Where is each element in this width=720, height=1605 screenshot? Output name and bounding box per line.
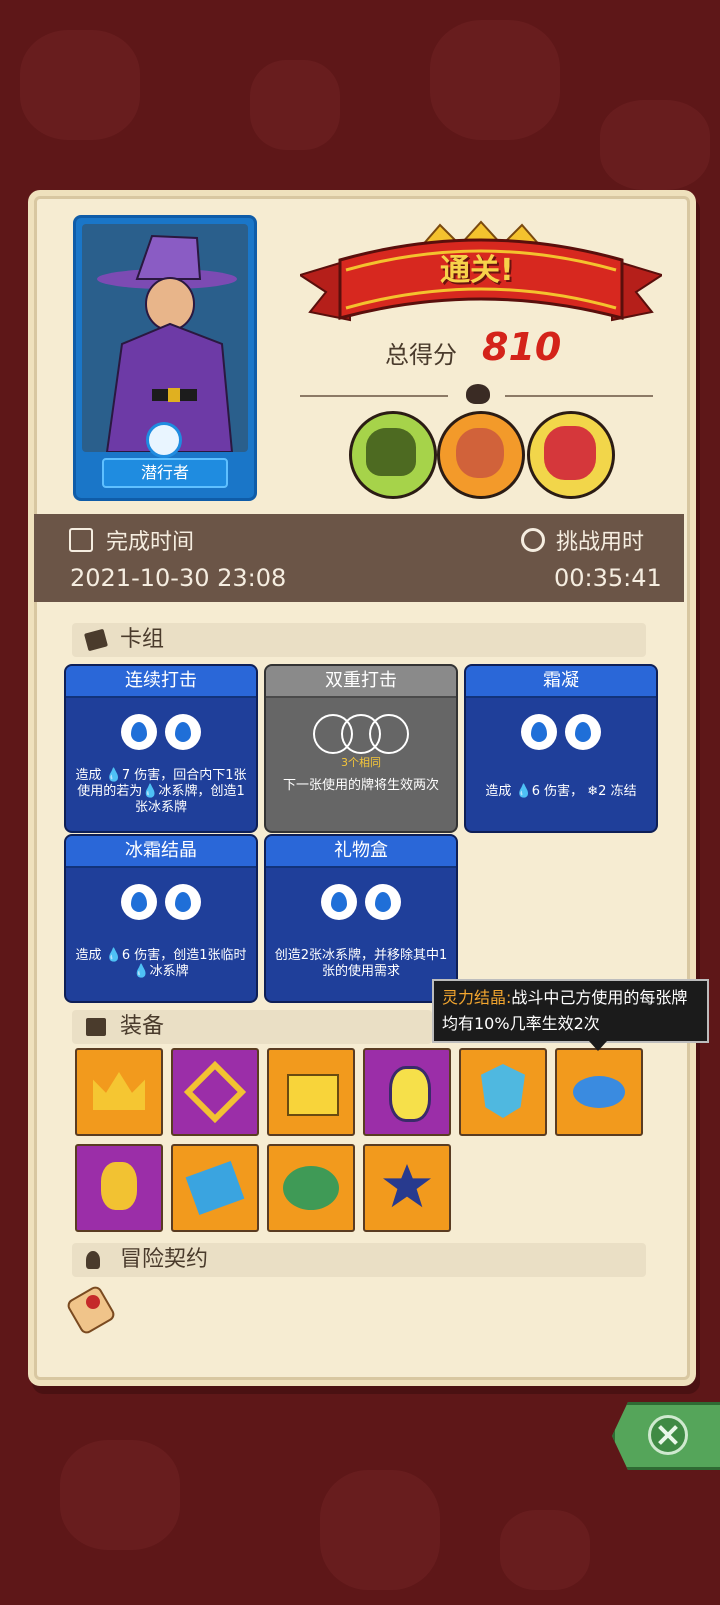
cube-icon bbox=[86, 1018, 106, 1036]
score-label: 总得分 bbox=[385, 341, 457, 369]
water-drop-icon bbox=[121, 884, 157, 920]
contract-section-header: 冒险契约 bbox=[72, 1243, 646, 1277]
deck-heading: 卡组 bbox=[120, 627, 165, 652]
card-title: 连续打击 bbox=[66, 666, 256, 698]
card-cost bbox=[466, 714, 656, 754]
water-drop-icon bbox=[165, 714, 201, 750]
spirit-crystal-icon bbox=[573, 1076, 625, 1108]
water-drop-icon bbox=[165, 884, 201, 920]
boss-portrait-1[interactable] bbox=[349, 411, 437, 499]
blue-potion-icon bbox=[185, 1160, 245, 1216]
duration-value: 00:35:41 bbox=[554, 564, 662, 592]
card-title: 礼物盒 bbox=[266, 836, 456, 868]
wizard-illustration bbox=[97, 234, 237, 453]
water-drop-icon bbox=[121, 714, 157, 750]
blank-cost-icon bbox=[369, 714, 409, 754]
bg-decor bbox=[250, 60, 340, 150]
equipment-slot-6[interactable] bbox=[555, 1048, 643, 1136]
card-description: 造成 💧6 伤害，创造1张临时💧冰系牌 bbox=[75, 948, 247, 979]
bg-decor bbox=[430, 20, 560, 140]
hexagram-icon bbox=[383, 1164, 431, 1208]
water-drop-icon bbox=[321, 884, 357, 920]
equipment-slot-9[interactable] bbox=[267, 1144, 355, 1232]
green-skull-boss-icon bbox=[366, 428, 416, 476]
bg-decor bbox=[500, 1510, 590, 1590]
tooltip-arrow bbox=[589, 1041, 607, 1051]
hero-name: 潜行者 bbox=[102, 458, 228, 488]
masked-demon-boss-icon bbox=[544, 426, 596, 480]
chain-relic-icon bbox=[183, 1060, 247, 1124]
close-icon[interactable] bbox=[648, 1415, 688, 1455]
class-emblem-icon bbox=[146, 422, 182, 458]
horned-beast-boss-icon bbox=[456, 428, 504, 478]
boss-portrait-2[interactable] bbox=[437, 411, 525, 499]
card-shuangchong-daji[interactable]: 双重打击 3个相同 下一张使用的牌将生效两次 bbox=[264, 664, 458, 833]
card-liwuhe[interactable]: 礼物盒 创造2张冰系牌，并移除其中1张的使用需求 bbox=[264, 834, 458, 1003]
divider-left bbox=[300, 395, 448, 397]
equipment-slot-10[interactable] bbox=[363, 1144, 451, 1232]
hero-portrait bbox=[82, 224, 248, 453]
card-title: 双重打击 bbox=[266, 666, 456, 698]
card-description: 创造2张冰系牌，并移除其中1张的使用需求 bbox=[274, 948, 448, 979]
bg-decor bbox=[320, 1470, 440, 1590]
card-cost bbox=[66, 884, 256, 924]
card-cost bbox=[66, 714, 256, 754]
card-cost bbox=[266, 714, 456, 754]
tooltip-title: 灵力结晶: bbox=[442, 988, 512, 1007]
water-drop-icon bbox=[565, 714, 601, 750]
boss-portrait-3[interactable] bbox=[527, 411, 615, 499]
stopwatch-icon bbox=[521, 528, 545, 552]
clear-banner-text: 通关! bbox=[440, 253, 514, 288]
turtle-shell-icon bbox=[283, 1166, 339, 1210]
water-drop-icon bbox=[365, 884, 401, 920]
duration-label: 挑战用时 bbox=[556, 530, 645, 555]
crown-icon bbox=[93, 1072, 145, 1110]
completion-time-value: 2021-10-30 23:08 bbox=[70, 564, 287, 592]
bg-decor bbox=[600, 100, 710, 190]
score-value: 810 bbox=[482, 325, 562, 369]
card-description: 造成 💧6 伤害， ❄2 冻结 bbox=[485, 784, 637, 799]
equipment-tooltip: 灵力结晶:战斗中己方使用的每张牌均有10%几率生效2次 bbox=[432, 979, 709, 1043]
card-cost-note: 3个相同 bbox=[341, 756, 381, 769]
card-cost bbox=[266, 884, 456, 924]
bg-decor bbox=[60, 1440, 180, 1550]
calendar-icon bbox=[69, 528, 93, 552]
scroll-icon[interactable] bbox=[67, 1282, 115, 1338]
equipment-slot-7[interactable] bbox=[75, 1144, 163, 1232]
cards-icon bbox=[84, 628, 108, 652]
heart-gem-icon bbox=[101, 1162, 137, 1210]
equipment-slot-1[interactable] bbox=[75, 1048, 163, 1136]
contract-heading: 冒险契约 bbox=[120, 1247, 209, 1272]
lantern-icon bbox=[389, 1066, 431, 1122]
card-shuangning[interactable]: 霜凝 造成 💧6 伤害， ❄2 冻结 bbox=[464, 664, 658, 833]
equipment-slot-5[interactable] bbox=[459, 1048, 547, 1136]
card-title: 霜凝 bbox=[466, 666, 656, 698]
skull-divider-icon bbox=[466, 384, 490, 404]
equipment-heading: 装备 bbox=[120, 1014, 165, 1039]
card-description: 下一张使用的牌将生效两次 bbox=[282, 778, 439, 793]
equipment-slot-8[interactable] bbox=[171, 1144, 259, 1232]
seal-icon bbox=[86, 1251, 100, 1269]
card-bingshuang-jiejing[interactable]: 冰霜结晶 造成 💧6 伤害，创造1张临时💧冰系牌 bbox=[64, 834, 258, 1003]
deck-section-header: 卡组 bbox=[72, 623, 646, 657]
bg-decor bbox=[20, 30, 140, 140]
card-title: 冰霜结晶 bbox=[66, 836, 256, 868]
time-info-band: 完成时间 2021-10-30 23:08 挑战用时 00:35:41 bbox=[34, 514, 684, 602]
water-drop-icon bbox=[521, 714, 557, 750]
card-description: 造成 💧7 伤害，回合内下1张使用的若为💧冰系牌，创造1张冰系牌 bbox=[75, 768, 247, 815]
divider-right bbox=[505, 395, 653, 397]
equipment-slot-4[interactable] bbox=[363, 1048, 451, 1136]
equipment-slot-3[interactable] bbox=[267, 1048, 355, 1136]
equipment-slot-2[interactable] bbox=[171, 1048, 259, 1136]
equipment-section-header: 装备 bbox=[72, 1010, 432, 1044]
blue-crystal-shield-icon bbox=[481, 1064, 525, 1118]
card-lianxu-daji[interactable]: 连续打击 造成 💧7 伤害，回合内下1张使用的若为💧冰系牌，创造1张冰系牌 bbox=[64, 664, 258, 833]
completion-time-label: 完成时间 bbox=[106, 530, 195, 555]
golden-box-icon bbox=[287, 1074, 339, 1116]
hero-card[interactable]: 潜行者 bbox=[73, 215, 257, 501]
